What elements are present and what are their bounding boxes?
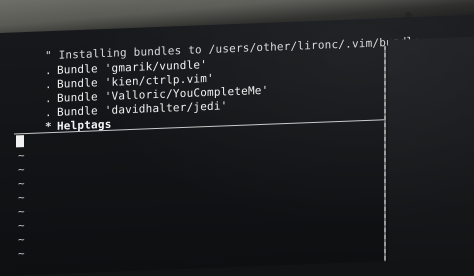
- text-cursor: [16, 135, 24, 148]
- vertical-split-divider[interactable]: [384, 46, 386, 262]
- helptags-line: * Helptags: [44, 117, 112, 134]
- terminal-screen: " Installing bundles to /users/other/lir…: [0, 14, 474, 276]
- empty-line-marker: ~: [18, 247, 25, 261]
- vundle-installer-pane[interactable]: " Installing bundles to /users/other/lir…: [0, 18, 420, 276]
- empty-line-marker: ~: [18, 149, 25, 163]
- editor-pane-right[interactable]: [388, 36, 474, 262]
- empty-line-marker: ~: [18, 219, 25, 233]
- empty-line-marker: ~: [18, 233, 25, 247]
- empty-line-marker: ~: [18, 205, 25, 219]
- empty-line-marker: ~: [18, 163, 25, 177]
- empty-line-marker: ~: [18, 191, 25, 205]
- empty-line-marker: ~: [18, 177, 25, 191]
